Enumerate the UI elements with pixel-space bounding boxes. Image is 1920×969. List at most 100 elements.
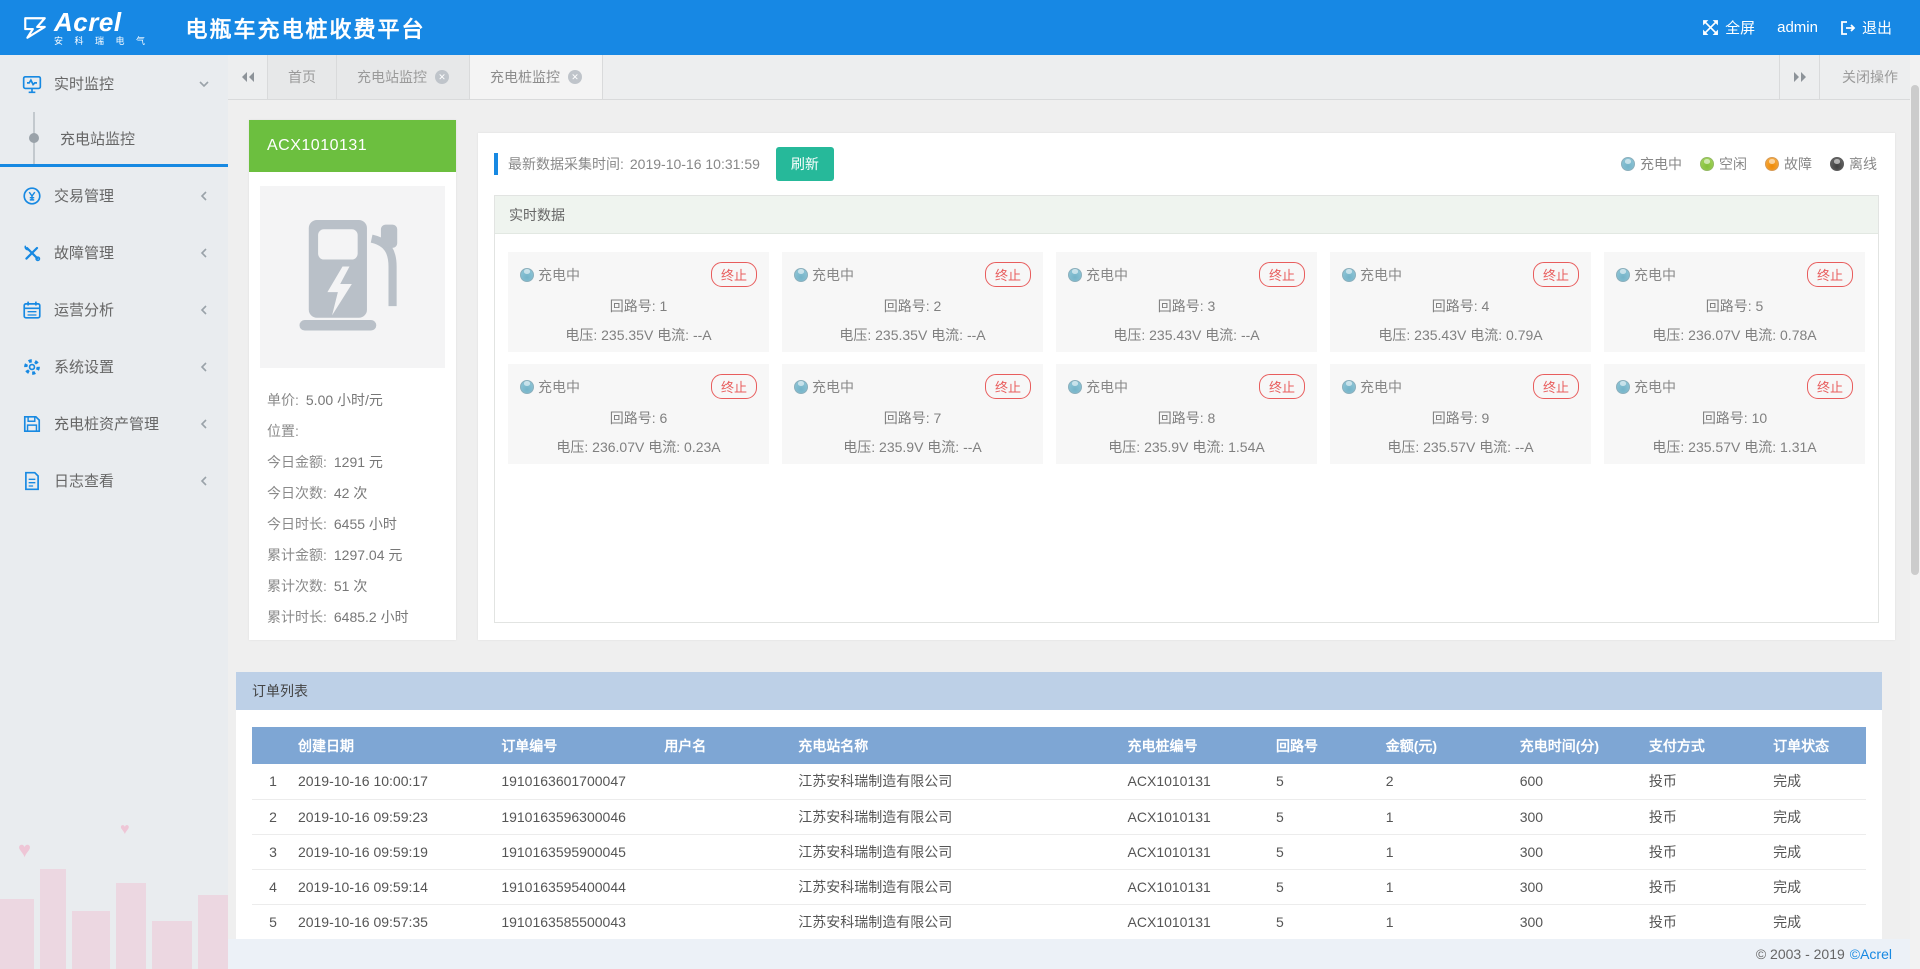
- circuit-number: 回路号: 1: [520, 296, 757, 316]
- scrollbar-thumb[interactable]: [1911, 85, 1919, 575]
- stop-button[interactable]: 终止: [1259, 262, 1305, 287]
- monitor-icon: [22, 74, 42, 94]
- circuit-number: 回路号: 6: [520, 408, 757, 428]
- sidebar-item-station-monitor[interactable]: 充电站监控: [0, 112, 228, 164]
- circuit-card-5: 充电中 终止 回路号: 5 电压: 236.07V 电流: 0.78A: [1604, 252, 1865, 352]
- col-status: 订单状态: [1769, 727, 1866, 764]
- legend-fault: 故障: [1765, 154, 1812, 174]
- circuit-meter: 电压: 235.43V 电流: --A: [1068, 325, 1305, 345]
- stop-button[interactable]: 终止: [985, 374, 1031, 399]
- close-operations-button[interactable]: 关闭操作: [1819, 55, 1920, 99]
- stop-button[interactable]: 终止: [985, 262, 1031, 287]
- vertical-scrollbar[interactable]: [1910, 55, 1920, 969]
- stat-unit-price: 单价:5.00 小时/元: [267, 384, 456, 415]
- circuit-meter: 电压: 235.9V 电流: --A: [794, 437, 1031, 457]
- col-pay: 支付方式: [1645, 727, 1769, 764]
- sidebar-item-label: 日志查看: [54, 470, 198, 491]
- col-pile: 充电桩编号: [1124, 727, 1272, 764]
- log-icon: [22, 471, 42, 491]
- acrel-link[interactable]: ©Acrel: [1850, 946, 1892, 962]
- sidebar-item-label: 实时监控: [54, 73, 198, 94]
- stop-button[interactable]: 终止: [1533, 262, 1579, 287]
- stop-button[interactable]: 终止: [711, 374, 757, 399]
- sidebar-item-settings[interactable]: 系统设置: [0, 338, 228, 395]
- circuit-number: 回路号: 9: [1342, 408, 1579, 428]
- username: admin: [1777, 19, 1818, 36]
- sidebar-item-transactions[interactable]: 交易管理: [0, 167, 228, 224]
- stop-button[interactable]: 终止: [1259, 374, 1305, 399]
- tab-home[interactable]: 首页: [268, 55, 337, 99]
- realtime-data-title: 实时数据: [495, 196, 1878, 234]
- circuit-number: 回路号: 3: [1068, 296, 1305, 316]
- tab-pile-monitor[interactable]: 充电桩监控 ✕: [470, 55, 603, 99]
- sidebar-item-realtime-monitor[interactable]: 实时监控: [0, 55, 228, 112]
- circuit-number: 回路号: 2: [794, 296, 1031, 316]
- chevron-left-icon: [198, 475, 210, 487]
- realtime-monitor-panel: 最新数据采集时间: 2019-10-16 10:31:59 刷新 充电中 空闲: [478, 133, 1895, 640]
- fullscreen-button[interactable]: 全屏: [1702, 17, 1755, 38]
- chevron-left-icon: [198, 190, 210, 202]
- chevron-left-icon: [198, 418, 210, 430]
- table-row[interactable]: 5 2019-10-16 09:57:35 1910163585500043 江…: [252, 904, 1866, 939]
- sidebar-item-logs[interactable]: 日志查看: [0, 452, 228, 509]
- circuit-number: 回路号: 5: [1616, 296, 1853, 316]
- table-row[interactable]: 2 2019-10-16 09:59:23 1910163596300046 江…: [252, 799, 1866, 834]
- col-user: 用户名: [660, 727, 794, 764]
- charging-status-icon: [1068, 380, 1082, 394]
- tabs-scroll-right-button[interactable]: [1779, 55, 1819, 99]
- fault-icon: [22, 243, 42, 263]
- double-chevron-right-icon: [1792, 71, 1808, 83]
- collect-time-value: 2019-10-16 10:31:59: [630, 156, 760, 172]
- double-chevron-left-icon: [240, 71, 256, 83]
- sidebar: 实时监控 充电站监控 交易管理 故障管理: [0, 55, 228, 969]
- chevron-left-icon: [198, 361, 210, 373]
- legend-offline: 离线: [1830, 154, 1877, 174]
- stop-button[interactable]: 终止: [711, 262, 757, 287]
- tab-label: 充电桩监控: [490, 67, 560, 87]
- sidebar-item-pile-assets[interactable]: 充电桩资产管理: [0, 395, 228, 452]
- decorative-cityscape: ♥ ♥: [0, 819, 228, 969]
- logout-button[interactable]: 退出: [1840, 17, 1892, 38]
- stat-location: 位置:: [267, 415, 456, 446]
- tabs-scroll-left-button[interactable]: [228, 55, 268, 99]
- stat-total-duration: 累计时长:6485.2 小时: [267, 601, 456, 632]
- stop-button[interactable]: 终止: [1807, 262, 1853, 287]
- stat-today-amount: 今日金额:1291 元: [267, 446, 456, 477]
- idle-status-icon: [1700, 157, 1714, 171]
- close-icon[interactable]: ✕: [435, 70, 449, 84]
- close-icon[interactable]: ✕: [568, 70, 582, 84]
- user-menu[interactable]: admin: [1777, 19, 1818, 36]
- sidebar-item-label: 交易管理: [54, 185, 198, 206]
- tab-station-monitor[interactable]: 充电站监控 ✕: [337, 55, 470, 99]
- fault-status-icon: [1765, 157, 1779, 171]
- tab-label: 首页: [288, 67, 316, 87]
- circuit-card-9: 充电中 终止 回路号: 9 电压: 235.57V 电流: --A: [1330, 364, 1591, 464]
- legend-idle: 空闲: [1700, 154, 1747, 174]
- circuit-meter: 电压: 235.35V 电流: --A: [520, 325, 757, 345]
- col-minutes: 充电时间(分): [1516, 727, 1645, 764]
- charging-status-icon: [794, 268, 808, 282]
- stop-button[interactable]: 终止: [1807, 374, 1853, 399]
- refresh-button[interactable]: 刷新: [776, 147, 834, 181]
- close-operations-label: 关闭操作: [1842, 67, 1898, 87]
- table-row[interactable]: 1 2019-10-16 10:00:17 1910163601700047 江…: [252, 764, 1866, 799]
- page-title: 电瓶车充电桩收费平台: [186, 12, 426, 44]
- sidebar-item-faults[interactable]: 故障管理: [0, 224, 228, 281]
- table-row[interactable]: 3 2019-10-16 09:59:19 1910163595900045 江…: [252, 834, 1866, 869]
- col-order-no: 订单编号: [497, 727, 660, 764]
- charging-status-icon: [1068, 268, 1082, 282]
- collect-time-label: 最新数据采集时间:: [508, 154, 624, 174]
- acrel-logo: Acrel 安 科 瑞 电 气: [22, 9, 150, 46]
- circuit-card-3: 充电中 终止 回路号: 3 电压: 235.43V 电流: --A: [1056, 252, 1317, 352]
- fullscreen-label: 全屏: [1725, 17, 1755, 38]
- orders-header-row: 创建日期 订单编号 用户名 充电站名称 充电桩编号 回路号 金额(元) 充电时间…: [252, 727, 1866, 764]
- stat-today-count: 今日次数:42 次: [267, 477, 456, 508]
- charging-status-icon: [794, 380, 808, 394]
- table-row[interactable]: 4 2019-10-16 09:59:14 1910163595400044 江…: [252, 869, 1866, 904]
- stop-button[interactable]: 终止: [1533, 374, 1579, 399]
- circuit-meter: 电压: 236.07V 电流: 0.78A: [1616, 325, 1853, 345]
- sidebar-item-analytics[interactable]: 运营分析: [0, 281, 228, 338]
- circuit-meter: 电压: 235.43V 电流: 0.79A: [1342, 325, 1579, 345]
- chevron-down-icon: [198, 78, 210, 90]
- stat-total-count: 累计次数:51 次: [267, 570, 456, 601]
